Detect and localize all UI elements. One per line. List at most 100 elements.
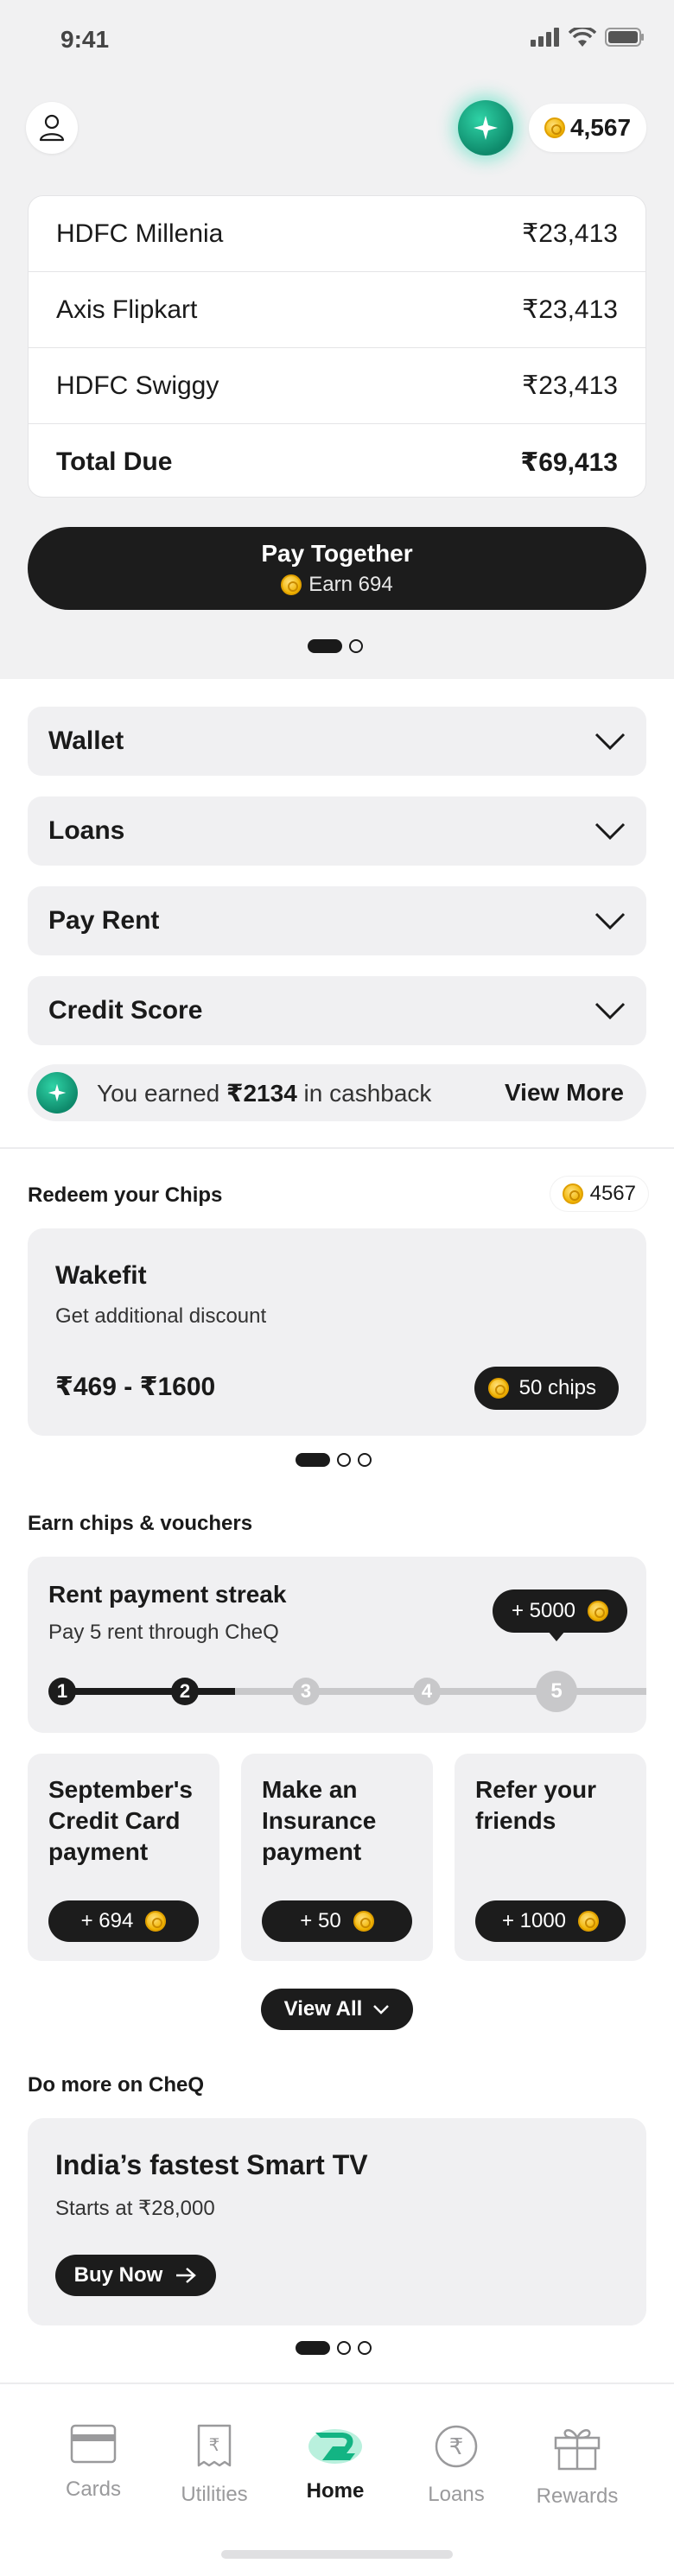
offer-brand: Wakefit xyxy=(55,1261,147,1290)
accordion-credit-score[interactable]: Credit Score xyxy=(28,976,646,1045)
nav-item-cards[interactable]: Cards xyxy=(33,2424,154,2502)
cashback-banner[interactable]: You earned ₹2134 in cashback View More xyxy=(28,1064,646,1121)
streak-reward-bubble: + 5000 xyxy=(493,1589,627,1641)
streak-step-pending: 3 xyxy=(292,1678,320,1705)
accordion-label: Loans xyxy=(48,816,125,845)
nav-label: Utilities xyxy=(181,2483,248,2506)
status-bar: 9:41 xyxy=(0,0,674,83)
svg-text:₹: ₹ xyxy=(209,2434,220,2455)
task-reward: + 694 xyxy=(80,1909,134,1932)
nav-item-utilities[interactable]: ₹ Utilities xyxy=(154,2424,275,2507)
promo-carousel-dots xyxy=(296,2341,372,2355)
home-indicator[interactable] xyxy=(221,2550,453,2559)
buy-now-label: Buy Now xyxy=(73,2263,163,2287)
cashback-prefix: You earned xyxy=(97,1079,226,1107)
signal-icon xyxy=(531,28,559,47)
coin-icon xyxy=(145,1911,167,1932)
chip-count-badge: 4567 xyxy=(550,1177,648,1211)
streak-subtitle: Pay 5 rent through CheQ xyxy=(48,1621,279,1644)
carousel-dot-active[interactable] xyxy=(308,639,342,653)
task-card[interactable]: September's Credit Card payment + 694 xyxy=(28,1754,219,1961)
card-amount: ₹23,413 xyxy=(522,219,618,248)
promo-title: India’s fastest Smart TV xyxy=(55,2149,368,2180)
card-row[interactable]: HDFC Swiggy ₹23,413 xyxy=(29,348,645,424)
arrow-right-icon xyxy=(176,2268,197,2283)
coin-icon xyxy=(562,1183,583,1204)
task-card[interactable]: Refer your friends + 1000 xyxy=(455,1754,646,1961)
streak-step-done: 2 xyxy=(171,1678,199,1705)
total-due-amount: ₹69,413 xyxy=(520,447,618,477)
card-name: HDFC Millenia xyxy=(56,219,224,248)
view-all-button[interactable]: View All xyxy=(261,1989,413,2030)
carousel-dot[interactable] xyxy=(358,2341,372,2355)
offer-card[interactable]: Wakefit Get additional discount ₹469 - ₹… xyxy=(28,1228,646,1436)
promo-card[interactable]: India’s fastest Smart TV Starts at ₹28,0… xyxy=(28,2118,646,2325)
cashback-suffix: in cashback xyxy=(296,1079,432,1107)
accordion-pay-rent[interactable]: Pay Rent xyxy=(28,886,646,955)
carousel-dot-active[interactable] xyxy=(296,2341,330,2355)
carousel-dot-active[interactable] xyxy=(296,1453,330,1467)
accordion-label: Wallet xyxy=(48,726,124,755)
status-icons xyxy=(531,28,645,47)
chevron-down-icon xyxy=(595,912,626,930)
redeem-section-title: Redeem your Chips xyxy=(28,1183,223,1207)
coin-icon xyxy=(544,117,565,138)
rent-streak-card[interactable]: Rent payment streak Pay 5 rent through C… xyxy=(28,1557,646,1733)
sparkle-icon xyxy=(474,116,498,140)
carousel-dot[interactable] xyxy=(337,2341,351,2355)
carousel-dot[interactable] xyxy=(358,1453,372,1467)
total-due-row: Total Due ₹69,413 xyxy=(29,424,645,497)
coin-icon xyxy=(487,1378,509,1399)
nav-item-rewards[interactable]: Rewards xyxy=(517,2424,638,2509)
task-title: September's Credit Card payment xyxy=(48,1776,193,1865)
buy-now-button[interactable]: Buy Now xyxy=(55,2255,216,2296)
svg-text:₹: ₹ xyxy=(449,2434,464,2460)
accordion-label: Credit Score xyxy=(48,996,203,1025)
offer-description: Get additional discount xyxy=(55,1304,267,1328)
nav-item-home[interactable]: Home xyxy=(275,2424,396,2503)
sparkle-icon xyxy=(36,1072,78,1114)
status-time: 9:41 xyxy=(60,26,110,53)
nav-label: Rewards xyxy=(536,2484,619,2508)
ai-assistant-button[interactable] xyxy=(458,100,513,155)
task-reward-button[interactable]: + 50 xyxy=(262,1900,412,1942)
task-reward-button[interactable]: + 694 xyxy=(48,1900,199,1942)
nav-label: Loans xyxy=(428,2483,485,2506)
chips-balance-pill[interactable]: 4,567 xyxy=(529,104,646,152)
streak-step-final: 5 xyxy=(536,1671,577,1712)
task-card[interactable]: Make an Insurance payment + 50 xyxy=(241,1754,433,1961)
task-reward-button[interactable]: + 1000 xyxy=(475,1900,626,1942)
view-more-link[interactable]: View More xyxy=(505,1079,624,1107)
streak-track-progress xyxy=(62,1688,235,1695)
task-title: Refer your friends xyxy=(475,1776,597,1834)
coin-icon xyxy=(353,1911,374,1932)
chips-balance: 4,567 xyxy=(569,114,632,141)
pay-together-button[interactable]: Pay Together Earn 694 xyxy=(28,527,646,610)
coin-icon xyxy=(281,574,302,595)
card-amount: ₹23,413 xyxy=(522,295,618,324)
card-amount: ₹23,413 xyxy=(522,371,618,400)
offer-chips-button[interactable]: 50 chips xyxy=(474,1367,619,1410)
section-divider xyxy=(0,1147,674,1149)
chevron-down-icon xyxy=(595,733,626,751)
total-due-label: Total Due xyxy=(56,447,173,476)
carousel-dot[interactable] xyxy=(337,1453,351,1467)
earn-section-title: Earn chips & vouchers xyxy=(28,1512,253,1535)
card-row[interactable]: HDFC Millenia ₹23,413 xyxy=(29,196,645,272)
profile-button[interactable] xyxy=(26,102,78,154)
chevron-down-icon xyxy=(595,822,626,841)
nav-item-loans[interactable]: ₹ Loans xyxy=(396,2424,517,2507)
carousel-dot[interactable] xyxy=(349,639,363,653)
bottom-nav: Cards ₹ Utilities Home ₹ Loans Rewards xyxy=(0,2382,674,2576)
card-name: Axis Flipkart xyxy=(56,295,198,324)
accordion-loans[interactable]: Loans xyxy=(28,796,646,866)
rupee-icon: ₹ xyxy=(435,2425,478,2468)
task-reward: + 1000 xyxy=(501,1909,567,1932)
task-reward: + 50 xyxy=(300,1909,341,1932)
streak-step-pending: 4 xyxy=(413,1678,441,1705)
carousel-dots xyxy=(308,639,363,653)
chip-count: 4567 xyxy=(589,1182,636,1205)
home-logo-icon xyxy=(308,2429,362,2464)
card-row[interactable]: Axis Flipkart ₹23,413 xyxy=(29,272,645,348)
accordion-wallet[interactable]: Wallet xyxy=(28,707,646,776)
